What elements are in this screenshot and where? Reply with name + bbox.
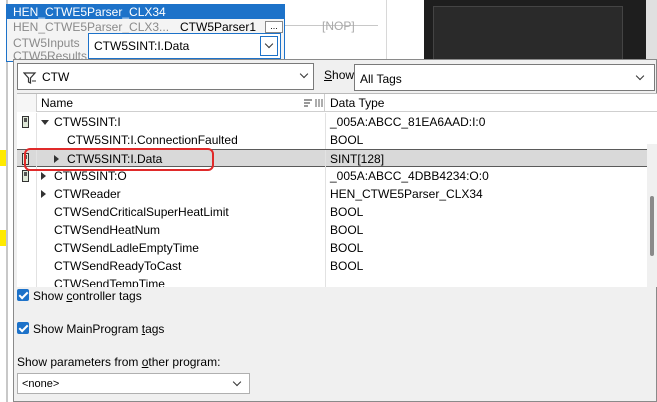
row-header-cell[interactable] (17, 185, 37, 203)
controller-tags-checkbox[interactable] (17, 289, 29, 301)
operand-combobox[interactable]: CTW5SINT:I.Data (88, 33, 281, 59)
column-divider (325, 131, 326, 149)
rung-marker (0, 230, 6, 246)
dark-panel-inner (433, 6, 623, 62)
table-row[interactable]: CTW5SINT:I _005A:ABCC_81EA6AAD:I:0 (17, 113, 657, 131)
data-type-cell: BOOL (330, 133, 364, 147)
tag-name-cell: CTW5SINT:I.ConnectionFaulted (67, 133, 238, 147)
instruction-title: HEN_CTWE5Parser_CLX34 (7, 5, 284, 19)
tag-grid[interactable]: Name Data Type CTW5SINT:I _005A:ABCC_81EA… (17, 93, 657, 287)
show-scope-select[interactable]: All Tags (354, 64, 655, 91)
annotation-highlight-ring (24, 148, 214, 171)
row-header-cell[interactable] (17, 203, 37, 221)
show-label: Show: (324, 68, 358, 82)
collapse-icon[interactable] (41, 120, 49, 125)
other-program-select[interactable]: <none> (17, 373, 250, 394)
other-program-value: <none> (22, 378, 60, 390)
tag-filter-combobox[interactable]: CTW (17, 63, 314, 90)
tag-icon (22, 170, 29, 182)
rung-marker (0, 150, 6, 166)
column-divider (325, 221, 326, 239)
chevron-down-icon (299, 69, 309, 79)
nop-instruction[interactable]: [NOP] (322, 19, 355, 33)
table-row[interactable]: CTWSendCriticalSuperHeatLimit BOOL (17, 203, 657, 221)
row-header-cell[interactable] (17, 221, 37, 239)
editor-scrollbar[interactable] (646, 0, 657, 64)
row-header-cell[interactable] (17, 239, 37, 257)
table-row[interactable]: CTWSendReadyToCast BOOL (17, 257, 657, 275)
column-header-name[interactable]: Name (38, 94, 325, 112)
tag-name-cell: CTWSendLadleEmptyTime (54, 241, 199, 255)
table-row[interactable]: CTWSendLadleEmptyTime BOOL (17, 239, 657, 257)
row-header-cell[interactable] (17, 113, 37, 131)
row-header-cell[interactable] (17, 131, 37, 149)
show-scope-value: All Tags (360, 72, 402, 86)
tag-name-cell: CTWSendHeatNum (54, 223, 161, 237)
data-type-cell: _005A:ABCC_4DBB4234:O:0 (330, 169, 489, 183)
data-type-cell: _005A:ABCC_81EA6AAD:I:0 (330, 115, 486, 129)
data-type-cell: BOOL (330, 259, 364, 273)
column-divider (325, 239, 326, 257)
data-type-cell: SINT[128] (330, 152, 385, 166)
column-divider (325, 257, 326, 275)
column-divider (325, 275, 326, 287)
column-divider (325, 113, 326, 131)
tag-icon (22, 116, 29, 128)
operand-dropdown-button[interactable] (260, 36, 278, 56)
table-row[interactable]: CTWReader HEN_CTWE5Parser_CLX34 (17, 185, 657, 203)
chevron-down-icon (264, 39, 274, 49)
tag-name-cell: CTWReader (54, 187, 121, 201)
scrollbar-thumb[interactable] (650, 196, 654, 256)
tag-name-cell: CTWSendTempTime (54, 277, 165, 287)
tag-name-cell: CTWSendReadyToCast (54, 259, 182, 273)
mainprogram-tags-label[interactable]: Show MainProgram tags (33, 322, 164, 336)
inputs-label: CTW5Inputs (13, 36, 80, 50)
column-divider (325, 167, 326, 185)
column-divider (325, 185, 326, 203)
column-filter-icon[interactable] (315, 98, 323, 108)
table-row[interactable]: CTWSendTempTime (17, 275, 657, 287)
tag-browser-popup: CTW Show: All Tags Name Data Type CTW5SI… (13, 59, 657, 402)
row-header-cell[interactable] (17, 275, 37, 287)
data-type-cell: BOOL (330, 205, 364, 219)
parameter-name: HEN_CTWE5Parser_CLX3... (13, 20, 170, 34)
controller-tags-label[interactable]: Show controller tags (33, 289, 142, 303)
expand-icon[interactable] (41, 172, 46, 180)
filter-dropdown-button[interactable] (295, 67, 314, 87)
parameter-value: CTW5Parser1 (180, 20, 257, 34)
column-divider (325, 150, 326, 168)
data-type-cell: BOOL (330, 223, 364, 237)
chevron-down-icon (232, 377, 242, 387)
mainprogram-tags-checkbox[interactable] (17, 322, 29, 334)
chevron-down-icon (635, 71, 645, 81)
operand-value: CTW5SINT:I.Data (94, 39, 190, 53)
sort-icon[interactable] (303, 98, 313, 108)
grid-vertical-scrollbar[interactable] (647, 144, 657, 287)
tag-name-cell: CTWSendCriticalSuperHeatLimit (54, 205, 229, 219)
browse-button[interactable]: ... (265, 21, 283, 33)
header-corner (17, 94, 37, 112)
table-row[interactable]: CTW5SINT:I.ConnectionFaulted BOOL (17, 131, 657, 149)
data-type-cell: HEN_CTWE5Parser_CLX34 (330, 187, 483, 201)
tag-name-cell: CTW5SINT:I (54, 115, 121, 129)
row-header-cell[interactable] (17, 257, 37, 275)
tag-filter-input[interactable]: CTW (42, 70, 69, 84)
column-divider (325, 203, 326, 221)
filter-icon (23, 72, 37, 84)
column-header-data-type[interactable]: Data Type (326, 94, 384, 112)
data-type-cell: BOOL (330, 241, 364, 255)
table-row[interactable]: CTWSendHeatNum BOOL (17, 221, 657, 239)
expand-icon[interactable] (41, 190, 46, 198)
grid-header: Name Data Type (17, 94, 657, 112)
other-program-label: Show parameters from other program: (17, 355, 221, 369)
